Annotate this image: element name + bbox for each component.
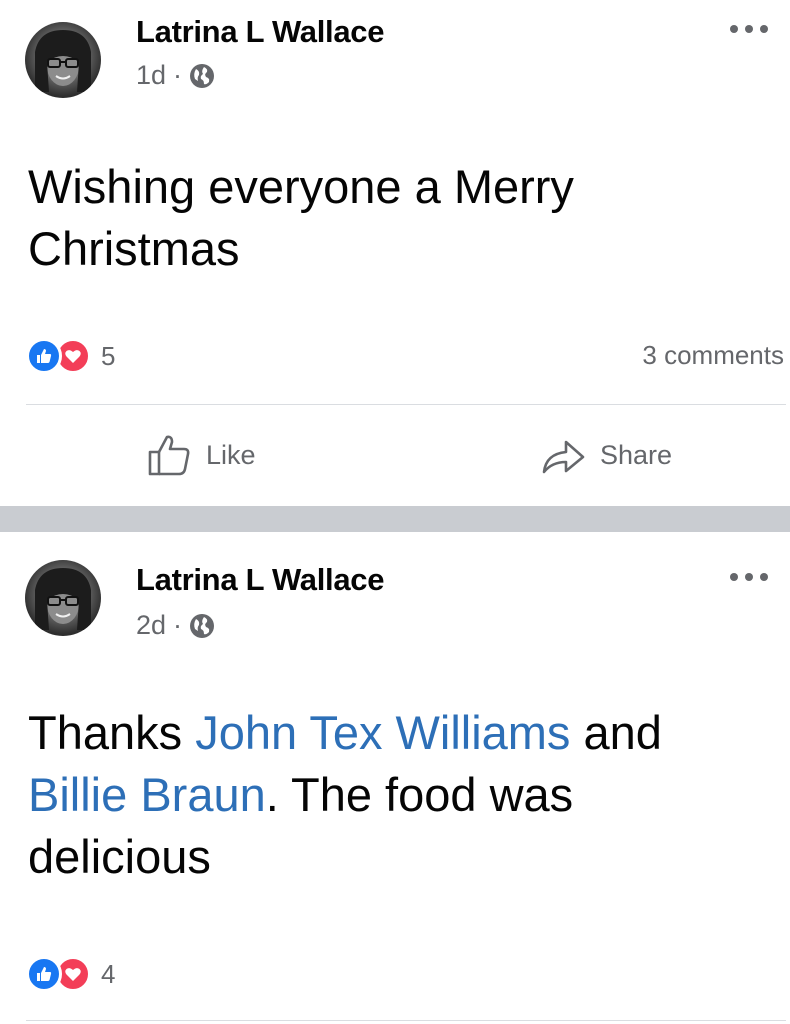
mention-link[interactable]: Billie Braun (28, 768, 266, 821)
post-meta: 1d · (136, 60, 215, 91)
post-text: Wishing everyone a Merry Christmas (28, 160, 574, 275)
author-name[interactable]: Latrina L Wallace (136, 562, 384, 598)
avatar-photo (35, 568, 91, 630)
more-options-icon[interactable] (730, 570, 768, 584)
meta-separator: · (173, 60, 183, 90)
share-arrow-icon (542, 440, 585, 474)
globe-icon (190, 63, 215, 88)
more-options-icon[interactable] (730, 22, 768, 36)
reactions-summary[interactable]: 5 (26, 338, 115, 374)
like-button[interactable]: Like (146, 432, 256, 478)
feed-separator (0, 506, 790, 532)
post-meta: 2d · (136, 610, 215, 641)
reaction-count: 5 (101, 340, 116, 371)
like-reaction-icon (26, 338, 62, 374)
post-card: Latrina L Wallace 1d · Wishing everyone … (0, 0, 790, 506)
author-name[interactable]: Latrina L Wallace (136, 14, 384, 50)
post-text: Thanks John Tex Williams and Billie Brau… (28, 702, 768, 888)
text-segment: Thanks (28, 706, 196, 759)
reactions-summary[interactable]: 4 (26, 956, 115, 992)
avatar[interactable] (25, 22, 101, 98)
meta-separator: · (173, 610, 183, 640)
like-reaction-icon (26, 956, 62, 992)
thumbs-up-icon (148, 435, 190, 476)
mention-link[interactable]: John Tex Williams (195, 706, 570, 759)
share-button[interactable]: Share (540, 432, 672, 478)
text-segment: and (570, 706, 662, 759)
post-card: Latrina L Wallace 2d · Thanks John Tex W… (0, 532, 790, 1024)
comments-count[interactable]: 3 comments (642, 340, 784, 371)
reaction-count: 4 (101, 958, 116, 989)
divider (26, 1020, 786, 1021)
share-label: Share (600, 439, 673, 470)
divider (26, 404, 786, 405)
like-label: Like (206, 439, 256, 470)
post-timestamp[interactable]: 1d (136, 60, 166, 91)
avatar-photo (35, 30, 91, 92)
globe-icon (190, 613, 215, 638)
post-timestamp[interactable]: 2d (136, 610, 166, 641)
avatar[interactable] (25, 560, 101, 636)
